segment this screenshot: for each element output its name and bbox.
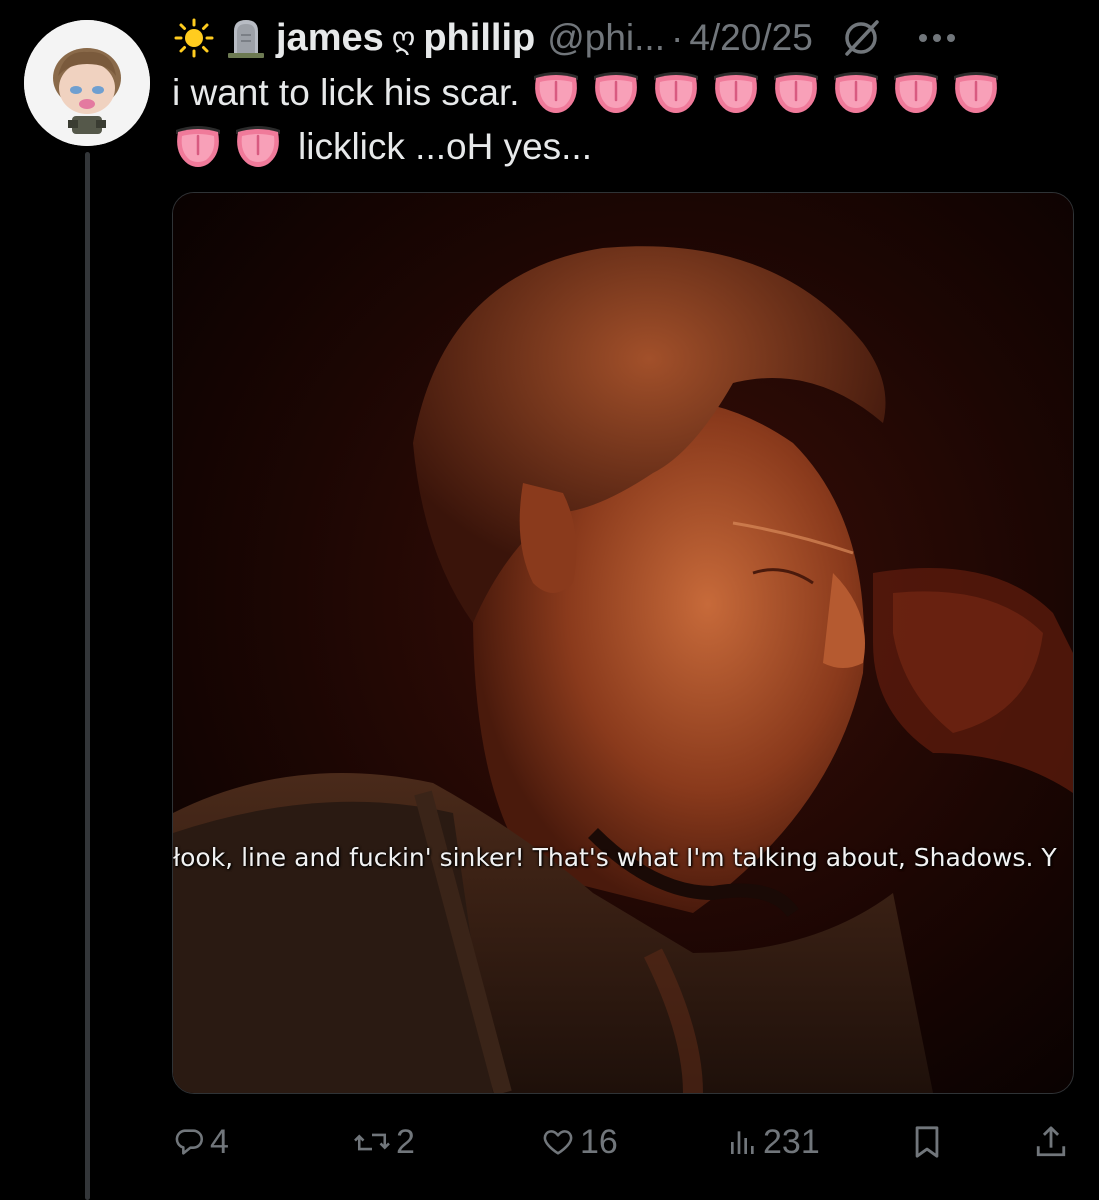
display-name-part2: phillip	[423, 16, 536, 59]
post-text-line1: i want to lick his scar.	[172, 70, 1002, 116]
tongue-emoji-icon	[953, 72, 998, 113]
tongue-emoji-icon	[893, 72, 938, 113]
reply-icon	[175, 1129, 203, 1155]
repost-count: 2	[396, 1122, 415, 1161]
video-subtitle: łook, line and fuckin' sinker! That's wh…	[173, 843, 1057, 872]
media-image	[173, 193, 1073, 1093]
reply-count: 4	[210, 1122, 229, 1161]
tongue-emoji-group-2	[172, 124, 284, 170]
bookmark-button[interactable]	[910, 1123, 948, 1161]
like-count: 16	[580, 1122, 618, 1161]
tongue-emoji-icon	[713, 72, 758, 113]
display-name[interactable]: james ღ phillip	[276, 17, 535, 60]
sun-icon	[172, 16, 216, 60]
headstone-icon	[224, 16, 268, 60]
repost-icon	[354, 1133, 390, 1151]
views-count: 231	[763, 1122, 820, 1161]
heart-icon	[543, 1130, 573, 1155]
views-icon	[731, 1131, 754, 1154]
tongue-emoji-icon	[533, 72, 578, 113]
user-handle[interactable]: @phi...	[547, 17, 665, 59]
tongue-emoji-icon	[593, 72, 638, 113]
tongue-emoji-icon	[653, 72, 698, 113]
separator-dot: ·	[671, 17, 684, 58]
avatar[interactable]	[24, 20, 150, 146]
share-button[interactable]	[1034, 1123, 1072, 1161]
display-name-heart: ღ	[391, 21, 416, 55]
post-media[interactable]: łook, line and fuckin' sinker! That's wh…	[172, 192, 1074, 1094]
tongue-emoji-group-1	[530, 70, 1002, 116]
post-text-line2: licklick ...oH yes...	[172, 124, 592, 170]
bookmark-icon	[915, 1126, 939, 1158]
tongue-emoji-icon	[236, 126, 280, 167]
repost-button[interactable]: 2	[352, 1123, 415, 1162]
like-button[interactable]: 16	[540, 1123, 618, 1162]
post-text-1: i want to lick his scar.	[172, 72, 520, 113]
tongue-emoji-icon	[833, 72, 878, 113]
post-header: james ღ phillip @phi... · 4/20/25	[172, 14, 1077, 62]
reply-button[interactable]: 4	[172, 1123, 229, 1162]
grok-icon[interactable]	[841, 18, 881, 58]
more-icon[interactable]	[918, 34, 955, 42]
action-bar: 4 2 16 231	[172, 1118, 1077, 1166]
tongue-emoji-icon	[176, 126, 220, 167]
avatar-image	[24, 20, 150, 146]
share-icon	[1036, 1126, 1066, 1157]
thread-line	[85, 152, 90, 1200]
tongue-emoji-icon	[773, 72, 818, 113]
display-name-part1: james	[276, 16, 384, 59]
post-text-2: licklick ...oH yes...	[298, 126, 592, 167]
views-button[interactable]: 231	[727, 1123, 820, 1162]
post-date[interactable]: 4/20/25	[689, 17, 812, 59]
